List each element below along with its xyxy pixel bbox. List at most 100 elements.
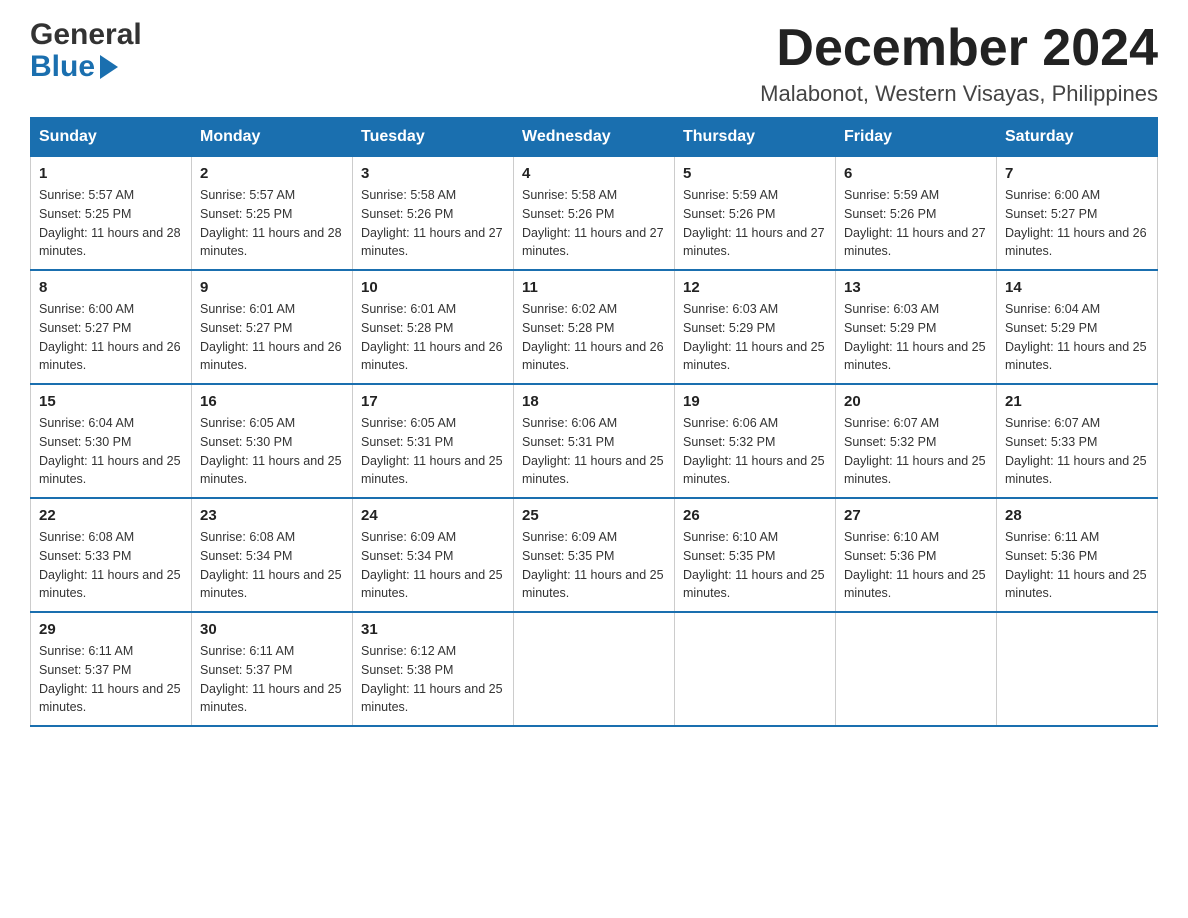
day-number: 21: [1005, 393, 1149, 410]
day-number: 17: [361, 393, 505, 410]
calendar-cell: 21 Sunrise: 6:07 AM Sunset: 5:33 PM Dayl…: [997, 384, 1158, 498]
calendar-cell: 15 Sunrise: 6:04 AM Sunset: 5:30 PM Dayl…: [31, 384, 192, 498]
day-of-week-header: Saturday: [997, 118, 1158, 157]
day-number: 25: [522, 507, 666, 524]
day-of-week-header: Monday: [192, 118, 353, 157]
calendar-cell: 27 Sunrise: 6:10 AM Sunset: 5:36 PM Dayl…: [836, 498, 997, 612]
calendar-cell: 14 Sunrise: 6:04 AM Sunset: 5:29 PM Dayl…: [997, 270, 1158, 384]
day-number: 8: [39, 279, 183, 296]
calendar-cell: 10 Sunrise: 6:01 AM Sunset: 5:28 PM Dayl…: [353, 270, 514, 384]
day-number: 28: [1005, 507, 1149, 524]
day-info: Sunrise: 6:06 AM Sunset: 5:32 PM Dayligh…: [683, 414, 827, 489]
day-info: Sunrise: 6:11 AM Sunset: 5:37 PM Dayligh…: [39, 642, 183, 717]
day-info: Sunrise: 6:07 AM Sunset: 5:33 PM Dayligh…: [1005, 414, 1149, 489]
calendar-week-row: 8 Sunrise: 6:00 AM Sunset: 5:27 PM Dayli…: [31, 270, 1158, 384]
day-info: Sunrise: 6:05 AM Sunset: 5:30 PM Dayligh…: [200, 414, 344, 489]
calendar-cell: 9 Sunrise: 6:01 AM Sunset: 5:27 PM Dayli…: [192, 270, 353, 384]
day-number: 3: [361, 165, 505, 182]
calendar-cell: 18 Sunrise: 6:06 AM Sunset: 5:31 PM Dayl…: [514, 384, 675, 498]
page-subtitle: Malabonot, Western Visayas, Philippines: [760, 81, 1158, 107]
day-info: Sunrise: 6:08 AM Sunset: 5:33 PM Dayligh…: [39, 528, 183, 603]
day-info: Sunrise: 6:00 AM Sunset: 5:27 PM Dayligh…: [39, 300, 183, 375]
day-number: 2: [200, 165, 344, 182]
logo: General Blue: [30, 20, 142, 82]
calendar-cell: 28 Sunrise: 6:11 AM Sunset: 5:36 PM Dayl…: [997, 498, 1158, 612]
day-info: Sunrise: 6:12 AM Sunset: 5:38 PM Dayligh…: [361, 642, 505, 717]
day-info: Sunrise: 6:01 AM Sunset: 5:27 PM Dayligh…: [200, 300, 344, 375]
day-info: Sunrise: 6:06 AM Sunset: 5:31 PM Dayligh…: [522, 414, 666, 489]
page-title: December 2024: [760, 20, 1158, 77]
calendar-cell: 3 Sunrise: 5:58 AM Sunset: 5:26 PM Dayli…: [353, 157, 514, 271]
day-info: Sunrise: 6:03 AM Sunset: 5:29 PM Dayligh…: [683, 300, 827, 375]
day-info: Sunrise: 5:58 AM Sunset: 5:26 PM Dayligh…: [361, 186, 505, 261]
day-info: Sunrise: 6:11 AM Sunset: 5:36 PM Dayligh…: [1005, 528, 1149, 603]
day-info: Sunrise: 6:08 AM Sunset: 5:34 PM Dayligh…: [200, 528, 344, 603]
day-number: 19: [683, 393, 827, 410]
logo-arrow-icon: [100, 55, 118, 79]
day-number: 10: [361, 279, 505, 296]
day-of-week-header: Tuesday: [353, 118, 514, 157]
day-of-week-header: Sunday: [31, 118, 192, 157]
day-info: Sunrise: 6:01 AM Sunset: 5:28 PM Dayligh…: [361, 300, 505, 375]
day-info: Sunrise: 5:58 AM Sunset: 5:26 PM Dayligh…: [522, 186, 666, 261]
day-info: Sunrise: 6:03 AM Sunset: 5:29 PM Dayligh…: [844, 300, 988, 375]
day-info: Sunrise: 6:10 AM Sunset: 5:36 PM Dayligh…: [844, 528, 988, 603]
day-number: 11: [522, 279, 666, 296]
day-number: 29: [39, 621, 183, 638]
calendar-cell: 20 Sunrise: 6:07 AM Sunset: 5:32 PM Dayl…: [836, 384, 997, 498]
calendar-week-row: 22 Sunrise: 6:08 AM Sunset: 5:33 PM Dayl…: [31, 498, 1158, 612]
day-number: 4: [522, 165, 666, 182]
calendar-week-row: 15 Sunrise: 6:04 AM Sunset: 5:30 PM Dayl…: [31, 384, 1158, 498]
day-number: 22: [39, 507, 183, 524]
header: General Blue December 2024 Malabonot, We…: [30, 20, 1158, 107]
calendar-cell: 26 Sunrise: 6:10 AM Sunset: 5:35 PM Dayl…: [675, 498, 836, 612]
calendar-cell: 7 Sunrise: 6:00 AM Sunset: 5:27 PM Dayli…: [997, 157, 1158, 271]
calendar-cell: 19 Sunrise: 6:06 AM Sunset: 5:32 PM Dayl…: [675, 384, 836, 498]
calendar-week-row: 1 Sunrise: 5:57 AM Sunset: 5:25 PM Dayli…: [31, 157, 1158, 271]
calendar-cell: [675, 612, 836, 726]
calendar-cell: 4 Sunrise: 5:58 AM Sunset: 5:26 PM Dayli…: [514, 157, 675, 271]
day-number: 14: [1005, 279, 1149, 296]
calendar-cell: 22 Sunrise: 6:08 AM Sunset: 5:33 PM Dayl…: [31, 498, 192, 612]
day-of-week-header: Friday: [836, 118, 997, 157]
calendar-cell: 16 Sunrise: 6:05 AM Sunset: 5:30 PM Dayl…: [192, 384, 353, 498]
day-info: Sunrise: 6:11 AM Sunset: 5:37 PM Dayligh…: [200, 642, 344, 717]
calendar-cell: 2 Sunrise: 5:57 AM Sunset: 5:25 PM Dayli…: [192, 157, 353, 271]
calendar-cell: 30 Sunrise: 6:11 AM Sunset: 5:37 PM Dayl…: [192, 612, 353, 726]
calendar-cell: 11 Sunrise: 6:02 AM Sunset: 5:28 PM Dayl…: [514, 270, 675, 384]
day-info: Sunrise: 5:57 AM Sunset: 5:25 PM Dayligh…: [39, 186, 183, 261]
logo-blue-text: Blue: [30, 52, 95, 82]
title-block: December 2024 Malabonot, Western Visayas…: [760, 20, 1158, 107]
day-number: 16: [200, 393, 344, 410]
day-info: Sunrise: 5:57 AM Sunset: 5:25 PM Dayligh…: [200, 186, 344, 261]
day-info: Sunrise: 6:04 AM Sunset: 5:29 PM Dayligh…: [1005, 300, 1149, 375]
day-number: 20: [844, 393, 988, 410]
calendar-cell: 1 Sunrise: 5:57 AM Sunset: 5:25 PM Dayli…: [31, 157, 192, 271]
calendar-cell: 25 Sunrise: 6:09 AM Sunset: 5:35 PM Dayl…: [514, 498, 675, 612]
calendar-cell: 17 Sunrise: 6:05 AM Sunset: 5:31 PM Dayl…: [353, 384, 514, 498]
day-number: 9: [200, 279, 344, 296]
day-of-week-header: Wednesday: [514, 118, 675, 157]
day-info: Sunrise: 6:10 AM Sunset: 5:35 PM Dayligh…: [683, 528, 827, 603]
day-number: 7: [1005, 165, 1149, 182]
calendar-header-row: SundayMondayTuesdayWednesdayThursdayFrid…: [31, 118, 1158, 157]
day-number: 24: [361, 507, 505, 524]
day-info: Sunrise: 6:09 AM Sunset: 5:34 PM Dayligh…: [361, 528, 505, 603]
day-number: 13: [844, 279, 988, 296]
day-number: 18: [522, 393, 666, 410]
calendar-cell: 23 Sunrise: 6:08 AM Sunset: 5:34 PM Dayl…: [192, 498, 353, 612]
calendar-cell: [997, 612, 1158, 726]
calendar-cell: [514, 612, 675, 726]
day-number: 1: [39, 165, 183, 182]
day-number: 30: [200, 621, 344, 638]
day-info: Sunrise: 6:09 AM Sunset: 5:35 PM Dayligh…: [522, 528, 666, 603]
day-number: 27: [844, 507, 988, 524]
day-info: Sunrise: 6:05 AM Sunset: 5:31 PM Dayligh…: [361, 414, 505, 489]
calendar-cell: 29 Sunrise: 6:11 AM Sunset: 5:37 PM Dayl…: [31, 612, 192, 726]
day-info: Sunrise: 5:59 AM Sunset: 5:26 PM Dayligh…: [683, 186, 827, 261]
day-of-week-header: Thursday: [675, 118, 836, 157]
calendar-cell: 24 Sunrise: 6:09 AM Sunset: 5:34 PM Dayl…: [353, 498, 514, 612]
day-number: 15: [39, 393, 183, 410]
day-info: Sunrise: 6:02 AM Sunset: 5:28 PM Dayligh…: [522, 300, 666, 375]
day-info: Sunrise: 6:00 AM Sunset: 5:27 PM Dayligh…: [1005, 186, 1149, 261]
